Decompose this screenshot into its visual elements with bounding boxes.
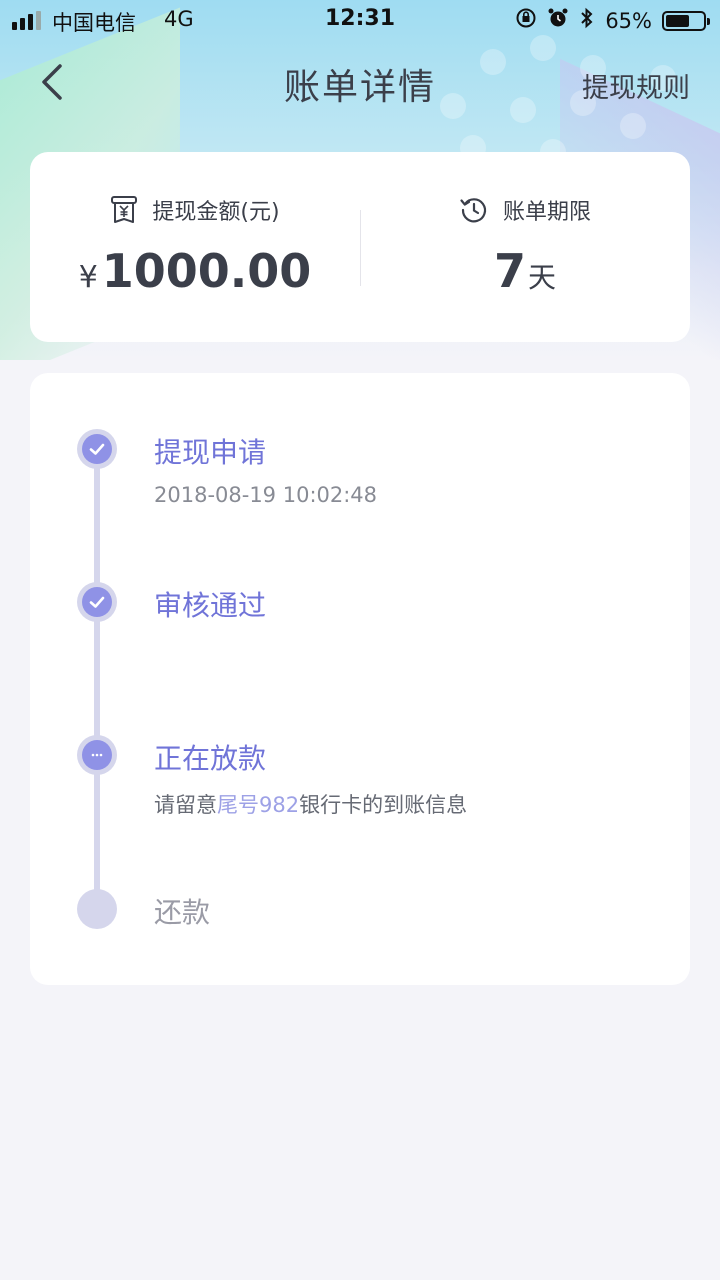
check-icon xyxy=(89,443,105,455)
period-section: 账单期限 7天 xyxy=(360,152,690,342)
withdraw-rules-link[interactable]: 提现规则 xyxy=(582,66,690,105)
amount-value-row: ¥1000.00 xyxy=(30,244,360,298)
status-bar: 中国电信 4G 12:31 65% xyxy=(0,0,720,40)
receipt-icon xyxy=(111,196,138,223)
bluetooth-icon xyxy=(579,7,595,34)
orientation-lock-icon xyxy=(515,7,537,34)
battery-icon xyxy=(662,10,710,31)
status-right-group: 65% xyxy=(515,7,710,34)
alarm-icon xyxy=(547,7,569,34)
step-dot-in-progress xyxy=(77,735,117,775)
card-tail-number: 尾号982 xyxy=(217,793,300,817)
step-note: 请留意尾号982银行卡的到账信息 xyxy=(154,789,467,819)
step-title: 正在放款 xyxy=(154,742,267,775)
step-dot-done xyxy=(77,582,117,622)
amount-label: 提现金额(元) xyxy=(152,200,280,225)
period-value: 7 xyxy=(493,244,526,298)
note-prefix: 请留意 xyxy=(154,793,217,817)
battery-fill xyxy=(666,14,690,27)
nav-bar: 账单详情 提现规则 xyxy=(0,50,720,114)
period-label-row: 账单期限 xyxy=(360,194,690,226)
period-label: 账单期限 xyxy=(502,200,591,225)
step-title: 审核通过 xyxy=(154,589,267,622)
check-icon xyxy=(89,596,105,608)
amount-section: 提现金额(元) ¥1000.00 xyxy=(30,152,360,342)
clock-history-icon xyxy=(460,198,487,223)
timeline-line xyxy=(94,449,100,909)
step-time: 2018-08-19 10:02:48 xyxy=(154,483,378,507)
more-dots-icon xyxy=(91,753,103,757)
period-unit: 天 xyxy=(528,261,557,294)
battery-percent: 65% xyxy=(605,8,652,33)
note-suffix: 银行卡的到账信息 xyxy=(299,793,468,817)
step-dot-done xyxy=(77,429,117,469)
step-dot-pending xyxy=(77,889,117,929)
amount-label-row: 提现金额(元) xyxy=(30,194,360,226)
step-title: 提现申请 xyxy=(154,436,267,469)
timeline-card: 提现申请 2018-08-19 10:02:48 审核通过 正在放款 请留意尾号… xyxy=(30,373,690,985)
step-title: 还款 xyxy=(154,896,211,929)
currency-symbol: ¥ xyxy=(78,260,98,295)
summary-card: 提现金额(元) ¥1000.00 账单期限 7天 xyxy=(30,152,690,342)
amount-value: 1000.00 xyxy=(101,244,312,298)
period-value-row: 7天 xyxy=(360,244,690,298)
